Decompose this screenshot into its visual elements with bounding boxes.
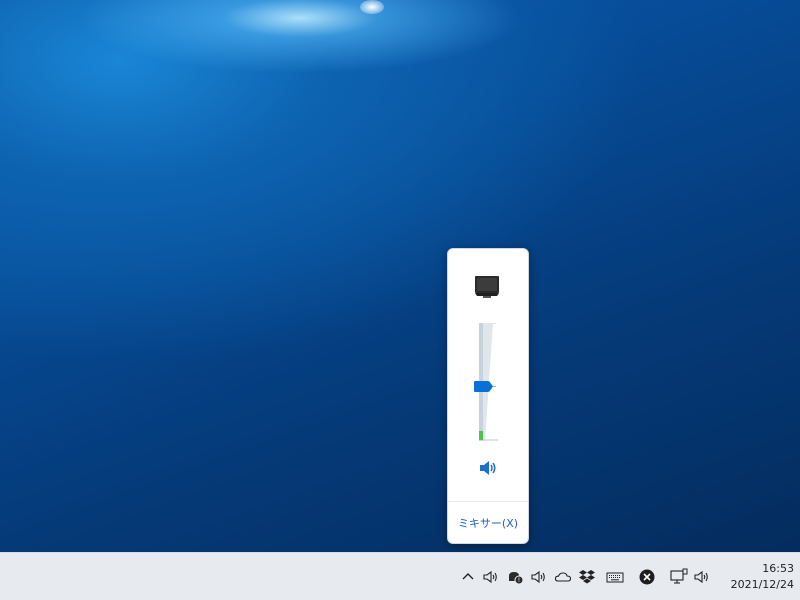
volume-slider[interactable] xyxy=(474,323,504,441)
light-glint xyxy=(360,0,384,14)
speaker-icon[interactable] xyxy=(479,460,497,476)
clock-time: 16:53 xyxy=(762,562,794,575)
volume-flyout: ミキサー(X) xyxy=(447,248,529,544)
windows-security-icon[interactable]: ! xyxy=(505,567,525,587)
keyboard-icon[interactable] xyxy=(605,567,625,587)
clock[interactable]: 16:53 2021/12/24 xyxy=(716,561,794,593)
taskbar: ! 16:53 2021/12/24 xyxy=(0,552,800,600)
dropbox-icon[interactable] xyxy=(577,567,597,587)
volume-slider-thumb[interactable] xyxy=(474,377,496,392)
speaker-icon[interactable] xyxy=(481,567,501,587)
onedrive-cloud-icon[interactable] xyxy=(553,567,573,587)
peak-meter xyxy=(479,431,483,440)
monitor-speaker-icon[interactable] xyxy=(472,273,502,301)
desktop-background xyxy=(0,0,800,552)
speaker-icon[interactable] xyxy=(692,567,712,587)
chevron-up-icon[interactable] xyxy=(458,567,478,587)
close-circle-icon[interactable] xyxy=(637,567,657,587)
clock-date: 2021/12/24 xyxy=(730,578,794,591)
svg-text:!: ! xyxy=(518,577,520,584)
mixer-link[interactable]: ミキサー(X) xyxy=(448,515,528,531)
flyout-divider xyxy=(448,501,528,502)
speaker-icon[interactable] xyxy=(529,567,549,587)
network-icon[interactable] xyxy=(669,567,689,587)
